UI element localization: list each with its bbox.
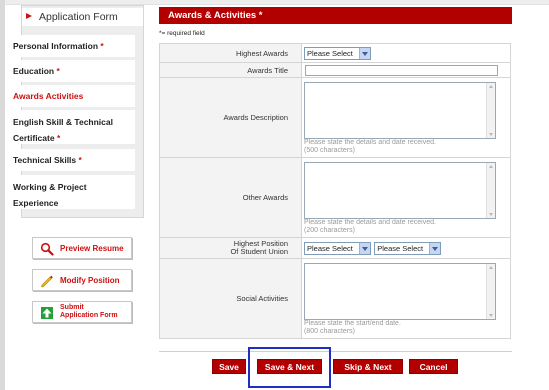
social-activities-hint: Please state the start/end date. (800 ch… — [304, 320, 510, 338]
sidebar-item-label-2: Experience — [13, 198, 59, 208]
cancel-button[interactable]: Cancel — [409, 359, 458, 374]
row-highest-awards: Highest Awards Please Select — [159, 43, 511, 63]
sidebar-item-label: Technical Skills — [13, 155, 77, 165]
hint-line-2: (200 characters) — [304, 227, 355, 234]
social-activities-textarea[interactable] — [304, 262, 496, 320]
sidebar-item-label: Personal Information — [13, 41, 99, 51]
scroll-up-icon — [489, 265, 493, 269]
arrow-right-icon — [26, 13, 32, 19]
sidebar-item-label: English Skill & Technical — [13, 117, 113, 127]
highest-position-value-2: Please Select — [377, 243, 424, 253]
chevron-down-icon — [429, 242, 441, 254]
awards-title-field — [301, 62, 511, 78]
chevron-down-icon — [359, 242, 370, 254]
submit-application-button[interactable]: Submit Application Form — [32, 301, 132, 323]
social-activities-label: Social Activities — [159, 258, 302, 339]
awards-title-label: Awards Title — [159, 62, 302, 78]
sidebar-item-working-project[interactable]: Working & Project Experience — [8, 175, 135, 209]
form-divider — [159, 351, 512, 352]
row-awards-title: Awards Title — [159, 62, 511, 78]
scroll-down-icon — [489, 212, 493, 216]
textarea-scrollbar[interactable] — [486, 263, 495, 319]
awards-description-field: Please state the details and date receiv… — [301, 77, 511, 158]
hint-line-1: Please state the details and date receiv… — [304, 218, 436, 226]
highest-position-field: Please Select Please Select — [301, 237, 511, 259]
highest-position-select-2[interactable]: Please Select — [374, 241, 442, 255]
other-awards-label: Other Awards — [159, 157, 302, 238]
scroll-up-icon — [489, 84, 493, 88]
hint-line-1: Please state the details and date receiv… — [304, 138, 436, 146]
sidebar-item-awards-activities[interactable]: Awards Activities — [8, 85, 135, 107]
scroll-down-icon — [489, 313, 493, 317]
scroll-up-icon — [489, 164, 493, 168]
chevron-down-icon — [359, 47, 370, 59]
required-marker: * — [100, 41, 104, 51]
highest-position-label: Highest Position Of Student Union — [159, 237, 302, 259]
submit-label-line1: Submit — [60, 304, 84, 311]
other-awards-textarea[interactable] — [304, 161, 496, 219]
pencil-icon — [40, 274, 54, 288]
row-awards-description: Awards Description Please state the deta… — [159, 77, 511, 158]
save-button[interactable]: Save — [212, 359, 246, 374]
arrow-up-icon — [40, 306, 54, 320]
focus-highlight-box — [248, 347, 331, 388]
section-title: Awards & Activities * — [159, 7, 512, 24]
magnifier-icon — [40, 242, 54, 256]
required-marker: * — [78, 155, 82, 165]
sidebar-item-english-skill[interactable]: English Skill & Technical Certificate * — [8, 110, 135, 144]
left-edge — [0, 0, 5, 390]
skip-next-button[interactable]: Skip & Next — [333, 359, 403, 374]
highest-position-label-line2: Of Student Union — [230, 247, 288, 256]
scroll-down-icon — [489, 132, 493, 136]
required-field-note: *= required field — [159, 30, 205, 37]
preview-resume-button[interactable]: Preview Resume — [32, 237, 132, 259]
required-marker: * — [56, 66, 60, 76]
sidebar-item-label: Awards Activities — [13, 91, 84, 101]
hint-line-2: (800 characters) — [304, 328, 355, 335]
highest-position-select-1[interactable]: Please Select — [304, 241, 371, 255]
preview-resume-label: Preview Resume — [60, 244, 124, 253]
sidebar-item-education[interactable]: Education * — [8, 60, 135, 82]
required-marker: * — [56, 133, 61, 143]
awards-description-hint: Please state the details and date receiv… — [304, 139, 510, 157]
sidebar-item-label: Working & Project — [13, 182, 87, 192]
sidebar-item-personal-information[interactable]: Personal Information * — [8, 35, 135, 57]
awards-description-textarea[interactable] — [304, 81, 496, 139]
sidebar-item-label: Education — [13, 66, 55, 76]
awards-form-table: Highest Awards Please Select Awards Titl… — [159, 43, 511, 339]
hint-line-1: Please state the start/end date. — [304, 319, 401, 327]
modify-position-button[interactable]: Modify Position — [32, 269, 132, 291]
hint-line-2: (500 characters) — [304, 147, 355, 154]
submit-application-label: Submit Application Form — [60, 304, 118, 320]
awards-title-input[interactable] — [305, 64, 498, 76]
highest-awards-value: Please Select — [307, 48, 353, 58]
awards-description-label: Awards Description — [159, 77, 302, 158]
sidebar-header: Application Form — [22, 8, 143, 26]
modify-position-label: Modify Position — [60, 276, 120, 285]
other-awards-hint: Please state the details and date receiv… — [304, 219, 510, 237]
highest-awards-label: Highest Awards — [159, 43, 302, 63]
sidebar-title: Application Form — [39, 11, 118, 23]
submit-label-line2: Application Form — [60, 312, 118, 319]
sidebar-item-label-2: Certificate — [13, 133, 55, 143]
sidebar-item-technical-skills[interactable]: Technical Skills * — [8, 149, 135, 171]
row-highest-position: Highest Position Of Student Union Please… — [159, 237, 511, 259]
social-activities-field: Please state the start/end date. (800 ch… — [301, 258, 511, 339]
highest-awards-select[interactable]: Please Select — [304, 46, 371, 60]
highest-position-value-1: Please Select — [307, 243, 353, 253]
row-social-activities: Social Activities Please state the start… — [159, 258, 511, 339]
textarea-scrollbar[interactable] — [486, 162, 495, 218]
other-awards-field: Please state the details and date receiv… — [301, 157, 511, 238]
row-other-awards: Other Awards Please state the details an… — [159, 157, 511, 238]
highest-awards-field: Please Select — [301, 43, 511, 63]
textarea-scrollbar[interactable] — [486, 82, 495, 138]
